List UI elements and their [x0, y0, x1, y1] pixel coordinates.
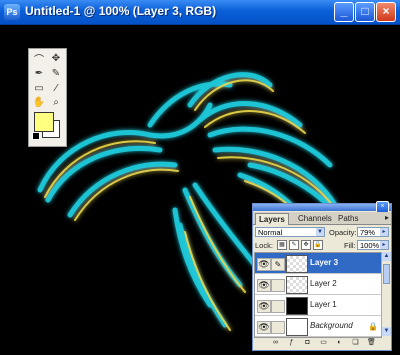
opacity-value: 79%	[360, 228, 376, 237]
title-bar[interactable]: Ps Untitled-1 @ 100% (Layer 3, RGB) _ □ …	[0, 0, 400, 25]
layer-name: Layer 1	[310, 300, 337, 309]
layer-row-background[interactable]: 👁 Background 🔒	[255, 316, 381, 337]
lock-icon: 🔒	[368, 322, 378, 331]
scroll-thumb[interactable]	[383, 264, 390, 284]
layers-list: 👁 ✎ Layer 3 👁 Layer 2 👁 Layer 1 👁 Backgr…	[254, 252, 382, 338]
trash-icon[interactable]: 🗑	[367, 338, 376, 347]
lock-position-icon[interactable]: ✥	[301, 240, 311, 250]
lock-all-icon[interactable]: 🔒	[313, 240, 323, 250]
opacity-field[interactable]: 79% ▸	[357, 227, 389, 237]
foreground-color-swatch[interactable]	[34, 112, 54, 132]
app-icon[interactable]: Ps	[4, 4, 20, 20]
layer-name: Background	[310, 321, 353, 330]
toolbox-panel: ⌒ ✥ ✒ ✎ ▭ ⁄ ✋ ⌕	[28, 48, 67, 147]
minimize-button[interactable]: _	[334, 2, 354, 22]
layer-thumbnail	[286, 255, 308, 273]
link-slot[interactable]	[271, 279, 285, 292]
layer-style-icon[interactable]: ƒ	[287, 338, 296, 347]
eye-icon[interactable]: 👁	[257, 321, 271, 334]
layer-thumbnail	[286, 318, 308, 336]
chevron-right-icon: ▸	[380, 241, 388, 249]
lock-transparency-icon[interactable]: ▦	[277, 240, 287, 250]
layer-name: Layer 3	[310, 258, 339, 267]
pen-icon[interactable]: ✒	[31, 66, 47, 80]
layer-mask-icon[interactable]: ◘	[303, 338, 312, 347]
link-slot[interactable]	[271, 300, 285, 313]
eyedropper-icon[interactable]: ⁄	[48, 81, 64, 95]
link-slot[interactable]	[271, 321, 285, 334]
window-title: Untitled-1 @ 100% (Layer 3, RGB)	[25, 4, 217, 18]
palette-tabs: Layers Channels Paths ▸	[253, 212, 391, 225]
new-layer-icon[interactable]: ❏	[351, 338, 360, 347]
palette-titlebar[interactable]: ×	[253, 201, 391, 214]
brush-icon[interactable]: ✎	[271, 258, 285, 271]
photoshop-document-window: Ps Untitled-1 @ 100% (Layer 3, RGB) _ □ …	[0, 0, 400, 355]
default-colors-icon[interactable]	[32, 132, 40, 140]
hand-icon[interactable]: ✋	[31, 95, 47, 109]
layer-name: Layer 2	[310, 279, 337, 288]
layer-row-layer-1[interactable]: 👁 Layer 1	[255, 295, 381, 316]
tab-channels[interactable]: Channels	[295, 213, 335, 224]
fill-label: Fill:	[344, 241, 356, 250]
scroll-down-icon[interactable]: ▼	[382, 327, 391, 336]
layers-scrollbar[interactable]: ▲ ▼	[381, 252, 391, 336]
blend-mode-value: Normal	[258, 228, 283, 237]
chevron-down-icon: ▼	[316, 228, 324, 236]
lock-image-icon[interactable]: ✎	[289, 240, 299, 250]
close-button[interactable]: ×	[376, 2, 396, 22]
palette-menu-icon[interactable]: ▸	[385, 213, 389, 222]
scroll-up-icon[interactable]: ▲	[382, 252, 391, 261]
layer-thumbnail	[286, 297, 308, 315]
blend-mode-select[interactable]: Normal ▼	[255, 227, 325, 237]
palette-footer: ∞ ƒ ◘ ▭ ◐ ❏ 🗑	[253, 338, 391, 350]
layer-set-icon[interactable]: ▭	[319, 338, 328, 347]
eraser-icon[interactable]: ▭	[31, 81, 47, 95]
brush-icon[interactable]: ✎	[48, 66, 64, 80]
eye-icon[interactable]: 👁	[257, 258, 271, 271]
eye-icon[interactable]: 👁	[257, 279, 271, 292]
opacity-label: Opacity:	[329, 228, 357, 237]
link-icon[interactable]: ∞	[271, 338, 280, 347]
move-icon[interactable]: ✥	[48, 51, 64, 65]
tab-paths[interactable]: Paths	[335, 213, 361, 224]
layer-thumbnail	[286, 276, 308, 294]
lasso-icon[interactable]: ⌒	[31, 51, 47, 66]
layer-row-layer-3[interactable]: 👁 ✎ Layer 3	[255, 253, 381, 274]
fill-value: 100%	[360, 241, 380, 250]
chevron-right-icon: ▸	[380, 228, 388, 236]
lock-label: Lock:	[255, 241, 273, 250]
layers-palette: × Layers Channels Paths ▸ Normal ▼ Opaci…	[252, 201, 392, 351]
layer-row-layer-2[interactable]: 👁 Layer 2	[255, 274, 381, 295]
maximize-button[interactable]: □	[355, 2, 375, 22]
zoom-icon[interactable]: ⌕	[48, 95, 64, 109]
tab-layers[interactable]: Layers	[255, 213, 289, 225]
adjustment-layer-icon[interactable]: ◐	[335, 338, 344, 347]
fill-field[interactable]: 100% ▸	[357, 240, 389, 250]
eye-icon[interactable]: 👁	[257, 300, 271, 313]
